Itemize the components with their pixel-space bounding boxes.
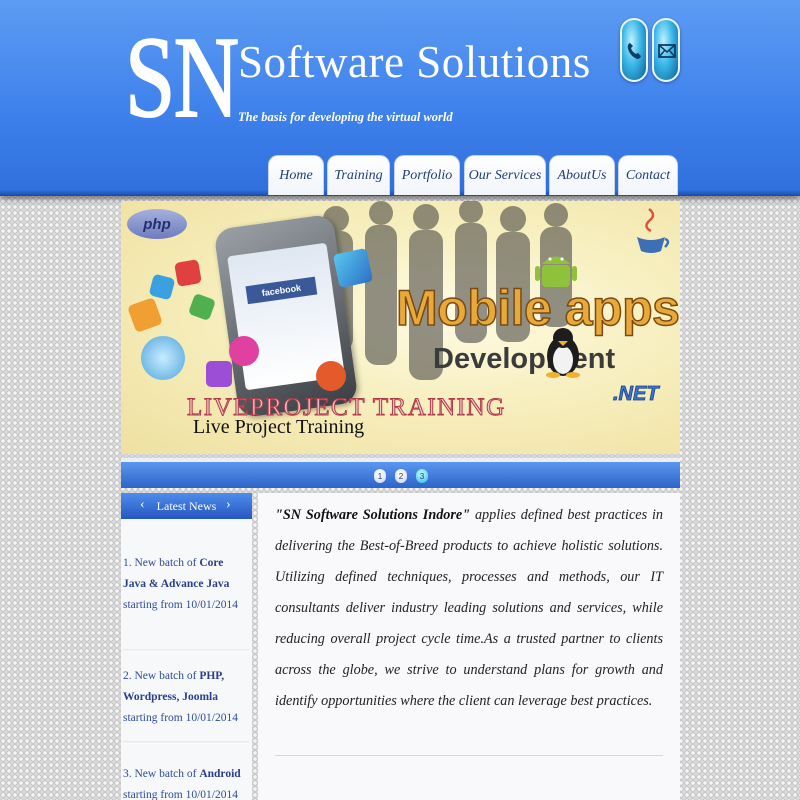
app-icon xyxy=(187,292,217,322)
tagline: The basis for developing the virtual wor… xyxy=(238,110,453,124)
sn-logo[interactable]: SN xyxy=(124,19,240,137)
content-divider xyxy=(275,755,663,756)
java-icon xyxy=(637,208,670,253)
app-icon xyxy=(332,247,374,289)
latest-news-header: Latest News ‹ › xyxy=(121,493,252,519)
slide-dot-1[interactable]: 1 xyxy=(374,469,386,483)
app-icon xyxy=(206,361,232,387)
news-item[interactable]: 2. New batch of PHP, Wordpress, Joomla s… xyxy=(123,666,249,729)
nav-contact[interactable]: Contact xyxy=(618,155,678,195)
header-contact-icons xyxy=(620,18,680,82)
php-logo: php xyxy=(127,209,187,239)
news-prev-arrow-icon[interactable]: ‹ xyxy=(140,497,145,513)
phone-icon[interactable] xyxy=(620,18,648,82)
app-icon xyxy=(127,297,163,333)
nav-training[interactable]: Training xyxy=(327,155,390,195)
intro-content: "SN Software Solutions Indore" applies d… xyxy=(258,493,680,800)
dotnet-logo: .NET xyxy=(613,383,659,406)
banner-caption: Live Project Training xyxy=(193,416,365,438)
slider-controls: 1 2 3 xyxy=(121,458,680,488)
brand-name: Software Solutions xyxy=(238,37,591,87)
banner-subheadline: Development xyxy=(433,343,616,375)
company-name-quote: "SN Software Solutions Indore" xyxy=(275,507,471,523)
android-icon xyxy=(535,256,577,287)
nav-portfolio[interactable]: Portfolio xyxy=(394,155,460,195)
news-divider xyxy=(123,741,249,744)
linux-tux-icon xyxy=(546,328,580,378)
latest-news-panel: Latest News ‹ › 1. New batch of Core Jav… xyxy=(121,493,252,800)
news-divider xyxy=(123,649,249,652)
news-next-arrow-icon[interactable]: › xyxy=(226,497,231,513)
app-icon xyxy=(148,273,176,301)
messenger-icon xyxy=(141,336,185,380)
app-icon xyxy=(316,361,346,391)
nav-our-services[interactable]: Our Services xyxy=(464,155,546,195)
app-icon xyxy=(229,336,259,366)
nav-about-us[interactable]: AboutUs xyxy=(549,155,615,195)
news-item[interactable]: 1. New batch of Core Java & Advance Java… xyxy=(123,553,249,616)
mail-icon[interactable] xyxy=(652,18,680,82)
slide-dot-3[interactable]: 3 xyxy=(416,469,428,483)
nav-home[interactable]: Home xyxy=(268,155,324,195)
slide-dot-2[interactable]: 2 xyxy=(395,469,407,483)
news-item[interactable]: 3. New batch of Android starting from 10… xyxy=(123,764,249,800)
slider-dots: 1 2 3 xyxy=(374,469,428,483)
intro-paragraph: "SN Software Solutions Indore" applies d… xyxy=(275,507,663,709)
hero-banner[interactable]: php facebook Mobile apps Development .NE… xyxy=(121,201,680,454)
app-icon xyxy=(174,259,202,287)
